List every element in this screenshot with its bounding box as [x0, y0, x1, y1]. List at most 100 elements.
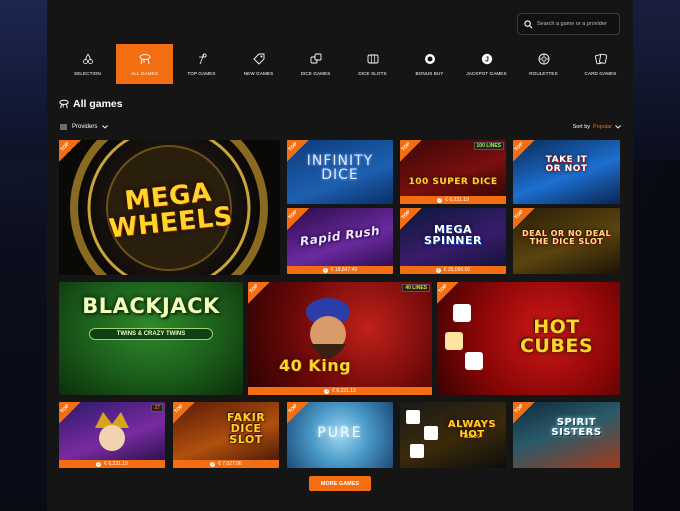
jackpot-bar: J € 6,231.19: [59, 460, 165, 468]
jackpot-amount: € 25,000.00: [443, 267, 471, 273]
lines-badge: 40 LINES: [402, 284, 430, 292]
top-badge: TOP: [287, 402, 309, 424]
jackpot-amount: € 6,231.19: [332, 388, 356, 394]
top-badge: TOP: [59, 402, 81, 424]
tab-dice-games[interactable]: DICE GAMES: [287, 44, 344, 84]
tab-label: NEW GAMES: [243, 71, 274, 76]
cherry-icon: [81, 52, 94, 65]
jackpot-icon: J: [480, 52, 493, 65]
page-title: All games: [59, 98, 123, 110]
game-tile-hot-cubes[interactable]: HOT CUBES TOP: [437, 282, 620, 395]
game-title: PURE: [317, 425, 363, 441]
top-badge: TOP: [513, 140, 535, 162]
roulette-icon: [537, 52, 550, 65]
cards-icon: [594, 52, 607, 65]
game-tile-always-hot-cubes[interactable]: ALWAYS HOT cubes: [400, 402, 506, 468]
game-tile-mega-wheels[interactable]: MEGA WHEELS TOP: [59, 140, 280, 275]
top-games-icon: [195, 52, 208, 65]
top-badge: TOP: [513, 208, 535, 230]
all-games-icon: [138, 52, 151, 65]
game-title: 40 King: [278, 356, 352, 375]
tab-card-games[interactable]: CARD GAMES: [572, 44, 629, 84]
tab-label: DICE GAMES: [300, 71, 331, 76]
sort-value: Popular: [593, 124, 612, 130]
game-tile-deal-or-no-deal[interactable]: DEAL OR NO DEAL THE DICE SLOT TOP: [513, 208, 620, 274]
game-title: FAKIR DICE SLOT: [226, 411, 266, 446]
game-tile-joker[interactable]: 27 J € 6,231.19 TOP: [59, 402, 165, 468]
jackpot-amount: € 6,231.19: [104, 461, 128, 467]
search-box[interactable]: [517, 13, 620, 35]
game-tile-take-it-or-not[interactable]: TAKE IT OR NOT TOP: [513, 140, 620, 204]
tab-label: BONUS BUY: [415, 71, 444, 76]
game-tile-fakir-dice-slot[interactable]: FAKIR DICE SLOT J € 7,027.06 TOP: [173, 402, 279, 468]
tab-top-games[interactable]: TOP GAMES: [173, 44, 230, 84]
jackpot-bar: J € 25,000.00: [400, 266, 506, 274]
game-title: SPIRIT SISTERS: [551, 417, 602, 438]
tag-icon: [252, 52, 265, 65]
tab-selection[interactable]: SELECTION: [59, 44, 116, 84]
jackpot-bar: J € 6,231.19: [400, 196, 506, 204]
game-tile-mega-spinner[interactable]: MEGA SPINNER J € 25,000.00 TOP: [400, 208, 506, 274]
tab-label: ROULETTES: [529, 71, 558, 76]
jackpot-bar: J € 7,027.06: [173, 460, 279, 468]
bonus-chip-icon: [423, 52, 436, 65]
jackpot-amount: € 7,027.06: [218, 461, 242, 467]
game-tile-infinity-dice[interactable]: INFINITY DICE TOP: [287, 140, 393, 204]
tab-label: SELECTION: [74, 71, 101, 76]
providers-filter[interactable]: Providers: [60, 124, 109, 130]
top-badge: TOP: [248, 282, 270, 304]
chevron-down-icon: [615, 125, 621, 129]
background-glow-left: [0, 0, 48, 160]
search-input[interactable]: [537, 21, 619, 27]
casino-lobby: SELECTION ALL GAMES TOP GAMES NEW GAMES …: [47, 0, 633, 511]
top-badge: TOP: [513, 402, 535, 424]
svg-text:J: J: [485, 56, 489, 63]
more-games-button[interactable]: MORE GAMES: [309, 476, 371, 491]
jackpot-amount: € 18,847.49: [330, 267, 358, 273]
tab-bonus-buy[interactable]: BONUS BUY: [401, 44, 458, 84]
top-badge: TOP: [59, 140, 81, 162]
game-tile-pure[interactable]: PURE TOP: [287, 402, 393, 468]
tab-label: TOP GAMES: [187, 71, 216, 76]
game-tile-rapid-rush[interactable]: Rapid Rush J € 18,847.49 TOP: [287, 208, 393, 274]
tab-label: JACKPOT GAMES: [466, 71, 507, 76]
game-title: BLACKJACK: [82, 294, 220, 318]
lines-badge: 100 LINES: [473, 142, 504, 150]
tab-dice-slots[interactable]: DICE SLOTS: [344, 44, 401, 84]
top-badge: TOP: [287, 140, 309, 162]
jackpot-coin-icon: J: [435, 267, 441, 273]
tab-label: DICE SLOTS: [358, 71, 387, 76]
lines-badge: 27: [151, 404, 163, 412]
game-tile-blackjack[interactable]: BLACKJACK TWINS & CRAZY TWINS: [59, 282, 243, 395]
game-subtitle: TWINS & CRAZY TWINS: [89, 328, 213, 340]
top-badge: TOP: [173, 402, 195, 424]
jackpot-coin-icon: J: [324, 388, 330, 394]
dice-art: [445, 304, 483, 370]
dice-icon: [309, 52, 322, 65]
jackpot-amount: € 6,231.19: [445, 197, 469, 203]
game-subtitle: cubes: [463, 434, 480, 440]
jackpot-coin-icon: J: [96, 461, 102, 467]
tab-new-games[interactable]: NEW GAMES: [230, 44, 287, 84]
all-games-icon: [59, 99, 69, 109]
top-badge: TOP: [400, 208, 422, 230]
tab-jackpot-games[interactable]: J JACKPOT GAMES: [458, 44, 515, 84]
slot-reel-icon: [366, 52, 379, 65]
search-icon: [524, 19, 533, 28]
filter-icon: [60, 124, 67, 130]
sort-dropdown[interactable]: Sort by Popular: [573, 124, 621, 130]
jackpot-coin-icon: J: [210, 461, 216, 467]
tab-roulettes[interactable]: ROULETTES: [515, 44, 572, 84]
game-tile-100-super-dice[interactable]: 100 LINES 100 SUPER DICE J € 6,231.19 TOP: [400, 140, 506, 204]
page-title-text: All games: [73, 98, 123, 110]
top-badge: TOP: [437, 282, 459, 304]
game-tile-40-king[interactable]: 40 LINES 40 King J € 6,231.19 TOP: [248, 282, 432, 395]
game-title: HOT CUBES: [519, 316, 594, 357]
background-glow-right: [632, 0, 680, 160]
jackpot-bar: J € 6,231.19: [248, 387, 432, 395]
tab-all-games[interactable]: ALL GAMES: [116, 44, 173, 84]
jackpot-coin-icon: J: [322, 267, 328, 273]
tab-label: CARD GAMES: [584, 71, 617, 76]
game-tile-spirit-sisters[interactable]: SPIRIT SISTERS TOP: [513, 402, 620, 468]
game-title: DEAL OR NO DEAL THE DICE SLOT: [521, 229, 612, 246]
